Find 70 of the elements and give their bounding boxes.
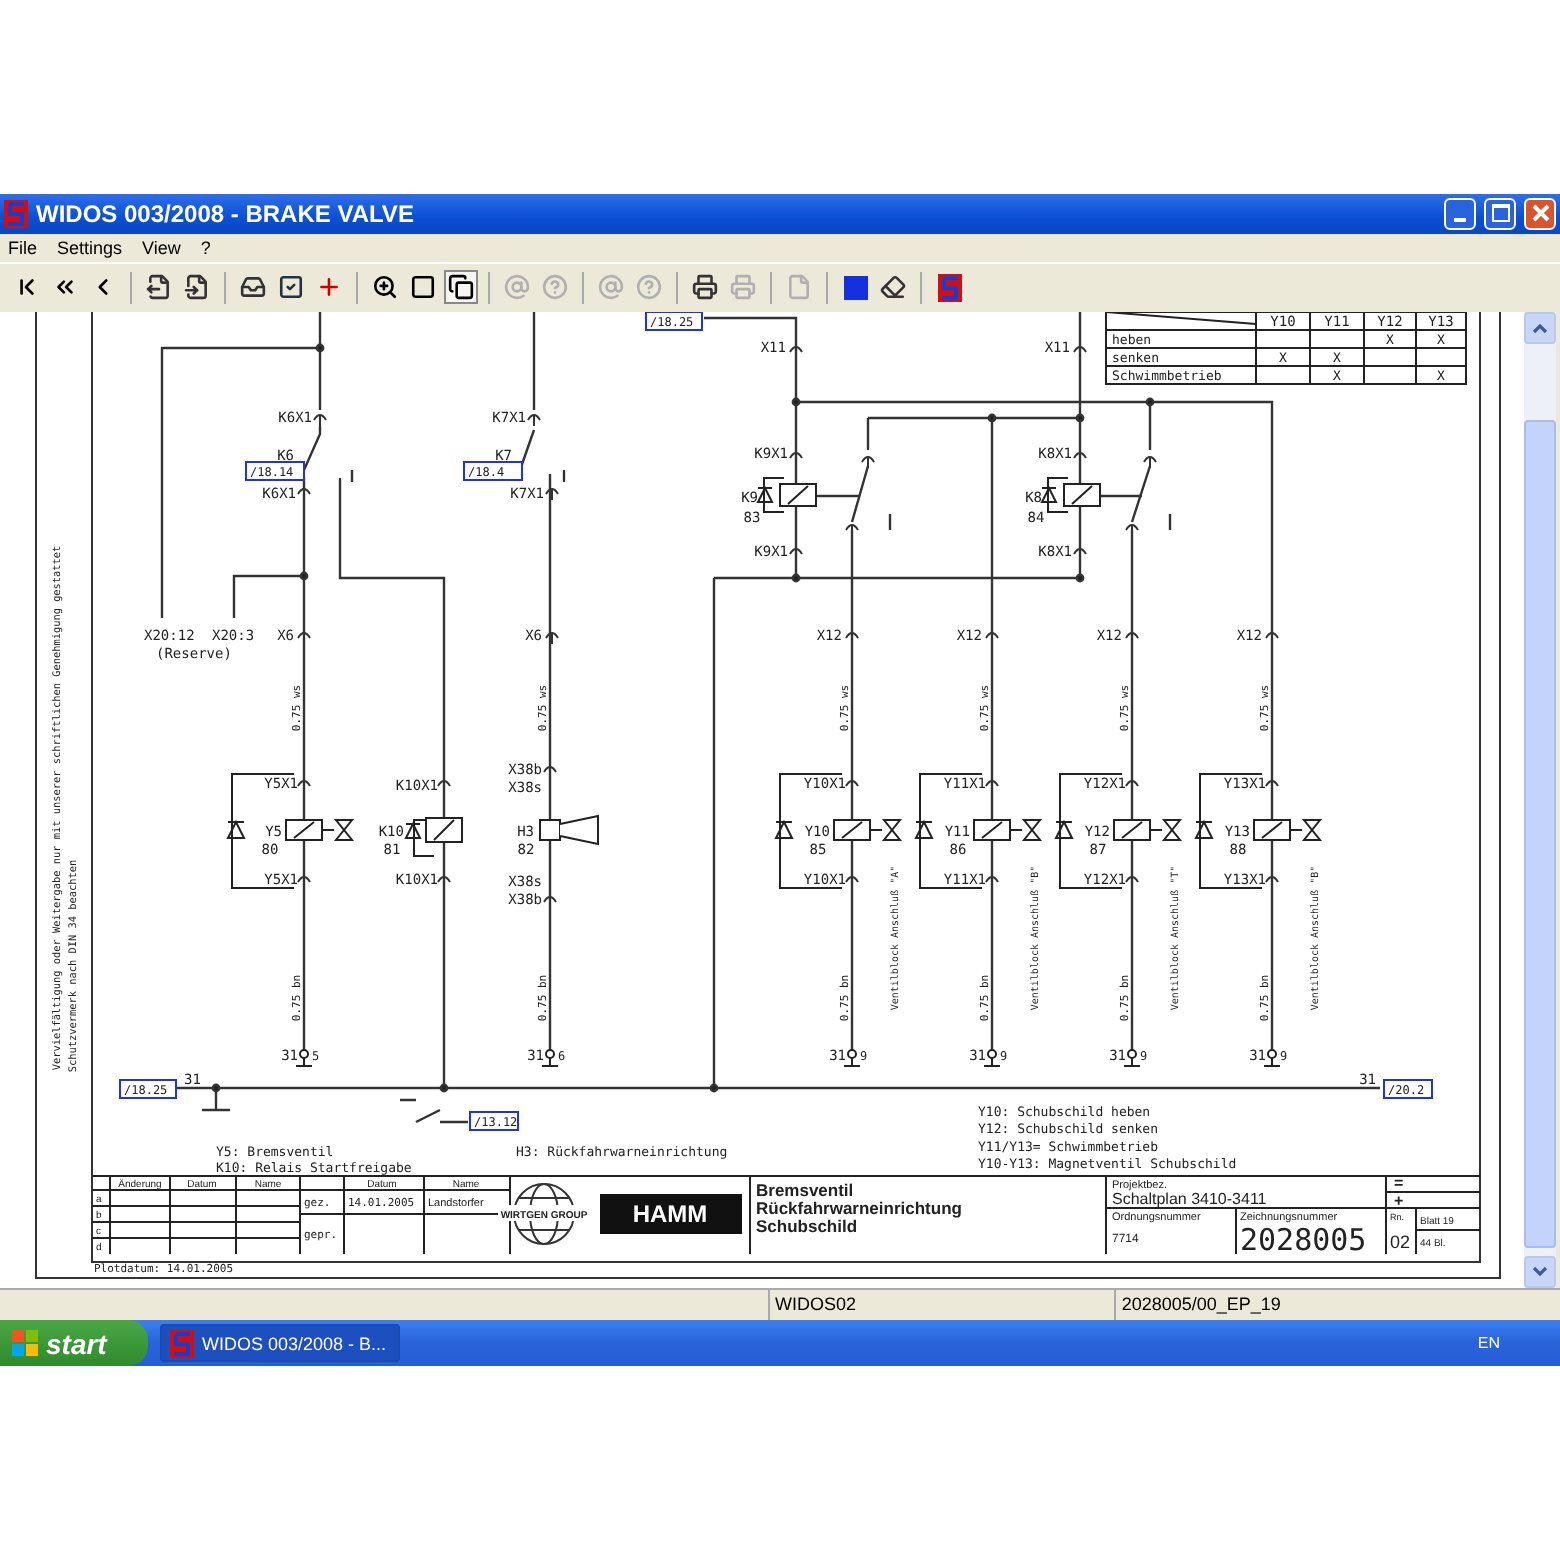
- start-button[interactable]: start: [0, 1320, 148, 1366]
- language-indicator[interactable]: EN: [1477, 1334, 1500, 1352]
- field-label: =: [1394, 1174, 1404, 1193]
- solenoid-valve-symbol: [775, 773, 903, 890]
- relay-coil-symbol: [1041, 477, 1101, 514]
- circle-mark-icon: [598, 274, 624, 301]
- circle-mark-icon: [636, 274, 662, 301]
- menu-item[interactable]: File: [8, 237, 38, 258]
- page-fit-icon: [448, 274, 474, 301]
- ground-symbol: [295, 1049, 313, 1068]
- horn-symbol: [539, 815, 599, 846]
- logo-text: HAMM: [632, 1200, 708, 1229]
- relay-coil-symbol: [405, 817, 463, 858]
- toolbar-button[interactable]: [688, 270, 722, 305]
- minimize-icon: [1454, 217, 1466, 222]
- color-square-icon: [843, 275, 867, 300]
- app-icon: [170, 1329, 194, 1357]
- ground-symbol: [1123, 1049, 1141, 1068]
- solenoid-valve-symbol: [1195, 773, 1323, 890]
- ground-symbol: [843, 1049, 861, 1068]
- close-button[interactable]: [1524, 197, 1556, 230]
- drawing-title: Schubschild: [756, 1216, 858, 1237]
- document-icon: [786, 274, 812, 301]
- print-page-icon: [730, 274, 756, 301]
- menu-item[interactable]: Settings: [57, 237, 123, 258]
- close-icon: [1531, 204, 1549, 223]
- scroll-down-button[interactable]: [1524, 1256, 1556, 1289]
- checklist-icon: [278, 274, 304, 301]
- ground-symbol: [983, 1049, 1001, 1068]
- solenoid-valve-symbol: [1055, 773, 1183, 890]
- ground-symbol: [1263, 1049, 1281, 1068]
- field-label: +: [1394, 1192, 1404, 1211]
- drawing-title: Bremsventil: [756, 1180, 854, 1201]
- toolbar-button[interactable]: [838, 270, 872, 305]
- print-icon: [692, 274, 718, 301]
- scroll-thumb[interactable]: [1524, 420, 1556, 1249]
- export-icon: [146, 274, 172, 301]
- drawing-number: 2028005: [1240, 1222, 1367, 1259]
- zoom-in-icon: [372, 274, 398, 301]
- maximize-button[interactable]: [1484, 197, 1516, 230]
- field-value: 02: [1390, 1232, 1411, 1253]
- ground-symbol: [541, 1049, 559, 1068]
- chevron-up-icon: [1532, 322, 1548, 335]
- circle-mark-icon: [504, 274, 530, 301]
- circle-mark-icon: [542, 274, 568, 301]
- relay-coil-symbol: [757, 477, 817, 514]
- minimize-button[interactable]: [1444, 197, 1476, 230]
- windows-logo-icon: [12, 1330, 38, 1356]
- solenoid-valve-symbol: [227, 773, 355, 890]
- add-icon: [316, 274, 342, 301]
- first-page-icon: [14, 274, 40, 301]
- hamm-logo: [600, 1194, 742, 1235]
- field-value: Schaltplan 3410-3411: [1112, 1190, 1267, 1209]
- taskbar-item[interactable]: WIDOS 003/2008 - B...: [160, 1324, 400, 1362]
- app-icon: [4, 199, 28, 228]
- window-title: WIDOS 003/2008 - BRAKE VALVE: [36, 199, 416, 228]
- toolbar-button[interactable]: [444, 270, 478, 305]
- eraser-icon: [880, 274, 906, 301]
- toolbar-button[interactable]: [932, 270, 966, 305]
- app-icon: [937, 273, 961, 302]
- drawing-title: Rückfahrwarneinrichtung: [756, 1198, 962, 1219]
- chevron-down-icon: [1532, 1266, 1548, 1279]
- maximize-icon: [1491, 204, 1509, 223]
- import-icon: [184, 274, 210, 301]
- solenoid-valve-symbol: [915, 773, 1043, 890]
- scroll-up-button[interactable]: [1524, 312, 1556, 345]
- menu-item[interactable]: View: [142, 237, 181, 258]
- tray-icon: [240, 274, 266, 301]
- menu-item[interactable]: ?: [200, 237, 211, 258]
- page-icon: [410, 274, 436, 301]
